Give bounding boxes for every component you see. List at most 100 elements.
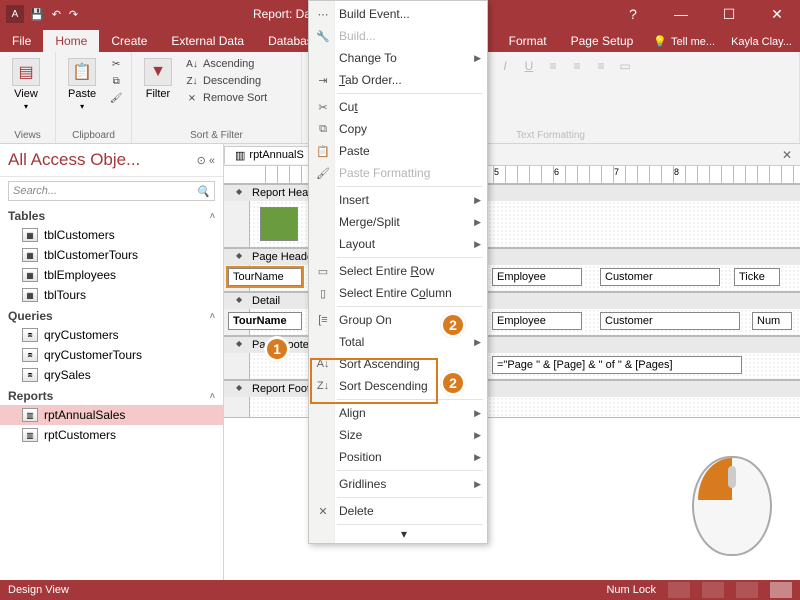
report-icon: ▥ (235, 149, 245, 162)
nav-item-rptannualsales[interactable]: ▥rptAnnualSales (0, 405, 223, 425)
ctx-insert[interactable]: Insert▶ (309, 189, 487, 211)
tab-page-setup[interactable]: Page Setup (559, 30, 646, 52)
qa-save-icon[interactable]: 💾 (30, 8, 44, 21)
cut-button[interactable]: ✂ (106, 56, 126, 72)
align-left-button[interactable]: ≡ (542, 56, 564, 76)
copy-button[interactable]: ⧉ (106, 73, 126, 89)
nav-item-tbltours[interactable]: ▦tblTours (0, 285, 223, 305)
chevron-right-icon: ▶ (474, 217, 481, 228)
chevron-right-icon: ▶ (474, 337, 481, 348)
view-report-button[interactable] (668, 582, 690, 598)
ctx-label: Size (339, 428, 362, 442)
nav-item-tblcustomers[interactable]: ▦tblCustomers (0, 225, 223, 245)
user-signin[interactable]: Kayla Clay... (723, 32, 800, 52)
field-ticket-label[interactable]: Ticke (734, 268, 780, 286)
field-page-expression[interactable]: ="Page " & [Page] & " of " & [Pages] (492, 356, 742, 374)
table-icon: ▦ (22, 288, 38, 302)
field-tourname[interactable]: TourName (228, 312, 302, 330)
tab-file[interactable]: File (0, 30, 43, 52)
tab-external-data[interactable]: External Data (159, 30, 256, 52)
align-right-button[interactable]: ≡ (590, 56, 612, 76)
format-painter-button[interactable]: 🖌 (106, 90, 126, 106)
doc-tab-rptannualsales[interactable]: ▥ rptAnnualS (224, 146, 315, 164)
nav-item-label: qrySales (44, 368, 91, 382)
ctx-label: Group On (339, 313, 392, 327)
chevron-right-icon: ▶ (474, 195, 481, 206)
quick-access-toolbar: 💾 ↶ ↷ (30, 8, 78, 21)
copy-icon: ⧉ (315, 123, 331, 136)
descending-button[interactable]: Z↓Descending (182, 73, 270, 89)
fill-color-button[interactable]: ▭ (614, 56, 636, 76)
nav-search-input[interactable]: Search... 🔍 (8, 181, 215, 201)
view-button[interactable]: ▤View▾ (8, 56, 44, 113)
ctx-label: Build... (339, 29, 376, 43)
ctx-cut[interactable]: ✂Cut (309, 96, 487, 118)
ctx-expand[interactable]: ▾ (309, 527, 487, 541)
nav-section-tables-label: Tables (8, 209, 45, 223)
ctx-select-column[interactable]: ▯Select Entire Column (309, 282, 487, 304)
field-tourname-label[interactable]: TourName (228, 268, 302, 286)
nav-section-reports[interactable]: Reports˄ (0, 385, 223, 405)
view-design-button[interactable] (770, 582, 792, 598)
doc-tab-close-icon[interactable]: ✕ (774, 148, 800, 162)
maximize-button[interactable]: ☐ (712, 6, 746, 23)
field-employee[interactable]: Employee (492, 312, 582, 330)
ctx-position[interactable]: Position▶ (309, 446, 487, 468)
paste-icon: 📋 (68, 58, 96, 86)
paste-button[interactable]: 📋Paste▾ (64, 56, 100, 113)
nav-collapse-icon[interactable]: ⊙ « (197, 154, 215, 167)
ascending-button[interactable]: A↓Ascending (182, 56, 270, 72)
status-bar: Design View Num Lock (0, 580, 800, 600)
doc-tab-label: rptAnnualS (249, 149, 303, 161)
filter-button[interactable]: ▼Filter (140, 56, 176, 102)
nav-item-tblemployees[interactable]: ▦tblEmployees (0, 265, 223, 285)
nav-header[interactable]: All Access Obje... ⊙ « (0, 144, 223, 177)
nav-item-label: rptAnnualSales (44, 408, 125, 422)
nav-item-qrycustomertours[interactable]: ⧈qryCustomerTours (0, 345, 223, 365)
nav-item-tblcustomertours[interactable]: ▦tblCustomerTours (0, 245, 223, 265)
field-numberoftickets[interactable]: Num (752, 312, 792, 330)
view-label: View (14, 88, 38, 100)
ctx-gridlines[interactable]: Gridlines▶ (309, 473, 487, 495)
field-customer-label[interactable]: Customer (600, 268, 720, 286)
ctx-tab-order[interactable]: ⇥Tab Order... (309, 69, 487, 91)
logo-image-control[interactable] (260, 207, 298, 241)
tell-me-search[interactable]: 💡 Tell me... (645, 31, 723, 52)
remove-sort-button[interactable]: ⨯Remove Sort (182, 90, 270, 106)
nav-section-tables[interactable]: Tables˄ (0, 205, 223, 225)
tab-create[interactable]: Create (99, 30, 159, 52)
help-button[interactable]: ? (616, 6, 650, 23)
field-employee-label[interactable]: Employee (492, 268, 582, 286)
ctx-merge-split[interactable]: Merge/Split▶ (309, 211, 487, 233)
ctx-align[interactable]: Align▶ (309, 402, 487, 424)
ctx-delete[interactable]: ✕Delete (309, 500, 487, 522)
nav-item-rptcustomers[interactable]: ▥rptCustomers (0, 425, 223, 445)
ctx-select-row[interactable]: ▭Select Entire Row (309, 260, 487, 282)
ctx-copy[interactable]: ⧉Copy (309, 118, 487, 140)
view-layout-button[interactable] (736, 582, 758, 598)
nav-section-queries[interactable]: Queries˄ (0, 305, 223, 325)
minimize-button[interactable]: — (664, 6, 698, 23)
nav-item-qrycustomers[interactable]: ⧈qryCustomers (0, 325, 223, 345)
align-center-button[interactable]: ≡ (566, 56, 588, 76)
underline-button[interactable]: U (518, 56, 540, 76)
view-print-button[interactable] (702, 582, 724, 598)
qa-undo-icon[interactable]: ↶ (52, 8, 61, 21)
ctx-size[interactable]: Size▶ (309, 424, 487, 446)
chevron-right-icon: ▶ (474, 408, 481, 419)
qa-redo-icon[interactable]: ↷ (69, 8, 78, 21)
italic-button[interactable]: I (494, 56, 516, 76)
ctx-paste[interactable]: 📋Paste (309, 140, 487, 162)
close-button[interactable]: ✕ (760, 6, 794, 23)
ctx-change-to[interactable]: Change To▶ (309, 47, 487, 69)
sort-asc-icon: A↓ (315, 358, 331, 370)
group-icon: [≡ (315, 314, 331, 326)
tab-format[interactable]: Format (497, 30, 559, 52)
tab-home[interactable]: Home (43, 30, 99, 52)
field-customer[interactable]: Customer (600, 312, 740, 330)
nav-item-qrysales[interactable]: ⧈qrySales (0, 365, 223, 385)
ctx-build-event[interactable]: ⋯Build Event... (309, 3, 487, 25)
ctx-label: Sort Ascending (339, 357, 420, 371)
ctx-layout[interactable]: Layout▶ (309, 233, 487, 255)
tell-me-label: Tell me... (671, 36, 715, 48)
